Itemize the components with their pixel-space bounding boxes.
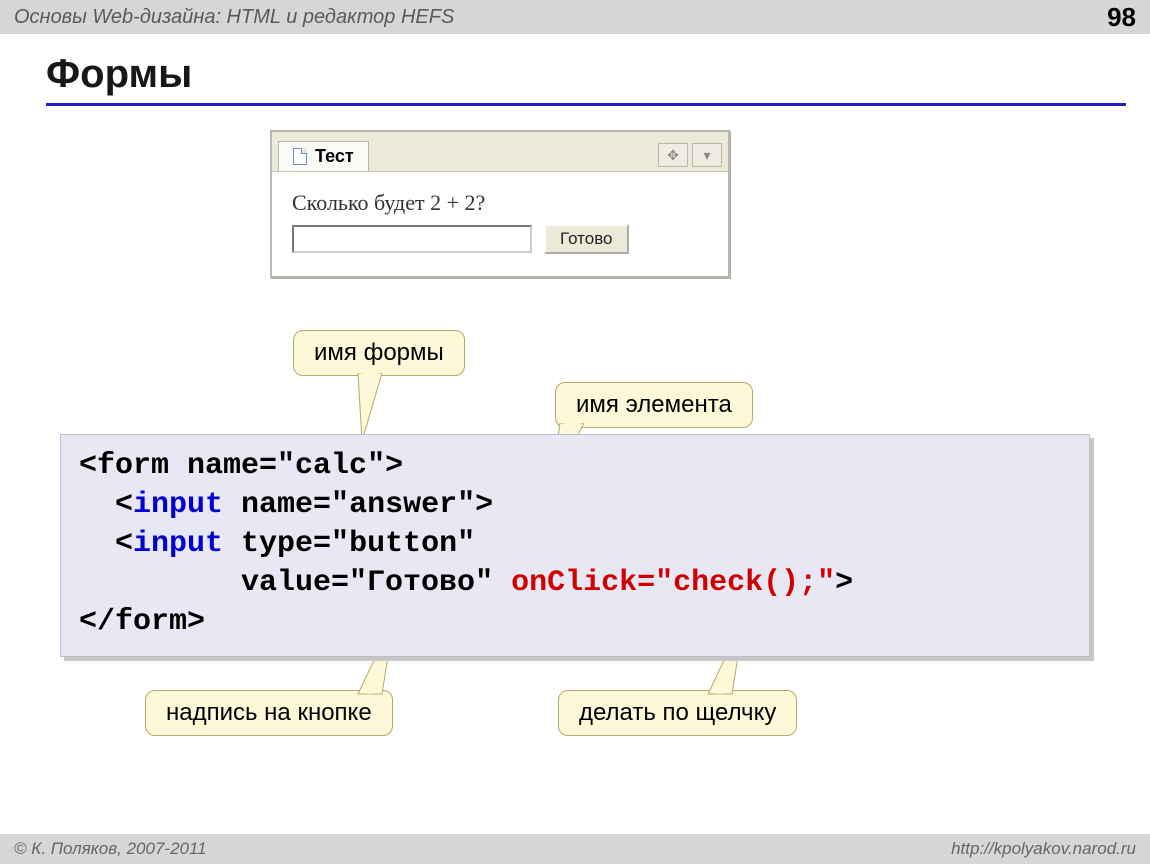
- example-window: Тест ✥ ▾ Сколько будет 2 + 2? Готово: [270, 130, 730, 278]
- code-line-1: <form name="calc">: [79, 447, 1071, 486]
- document-icon: [293, 148, 307, 165]
- title-underline: [46, 103, 1126, 106]
- tab-label: Тест: [315, 146, 354, 167]
- ready-button[interactable]: Готово: [544, 224, 629, 254]
- footer-url: http://kpolyakov.narod.ru: [951, 839, 1136, 859]
- footer-bar: © К. Поляков, 2007-2011 http://kpolyakov…: [0, 834, 1150, 864]
- header-title: Основы Web-дизайна: HTML и редактор HEFS: [14, 6, 454, 29]
- callout-button-caption: надпись на кнопке: [145, 690, 393, 736]
- code-block: <form name="calc"> <input name="answer">…: [60, 434, 1090, 657]
- code-line-4: value="Готово" onClick="check();">: [79, 564, 1071, 603]
- callout-form-name: имя формы: [293, 330, 465, 376]
- footer-copyright: © К. Поляков, 2007-2011: [14, 839, 207, 859]
- code-line-3: <input type="button": [79, 525, 1071, 564]
- slide-title: Формы: [46, 52, 1150, 97]
- window-stick-button[interactable]: ✥: [658, 143, 688, 167]
- window-tab[interactable]: Тест: [278, 141, 369, 171]
- question-text: Сколько будет 2 + 2?: [292, 190, 708, 216]
- window-tabbar: Тест ✥ ▾: [272, 132, 728, 172]
- window-dropdown-button[interactable]: ▾: [692, 143, 722, 167]
- window-body: Сколько будет 2 + 2? Готово: [272, 172, 728, 276]
- code-line-5: </form>: [79, 603, 1071, 642]
- code-line-2: <input name="answer">: [79, 486, 1071, 525]
- header-bar: Основы Web-дизайна: HTML и редактор HEFS…: [0, 0, 1150, 34]
- callout-tail: [340, 373, 400, 443]
- answer-input[interactable]: [292, 225, 532, 253]
- callout-element-name: имя элемента: [555, 382, 753, 428]
- callout-onclick-action: делать по щелчку: [558, 690, 797, 736]
- page-number: 98: [1107, 2, 1136, 33]
